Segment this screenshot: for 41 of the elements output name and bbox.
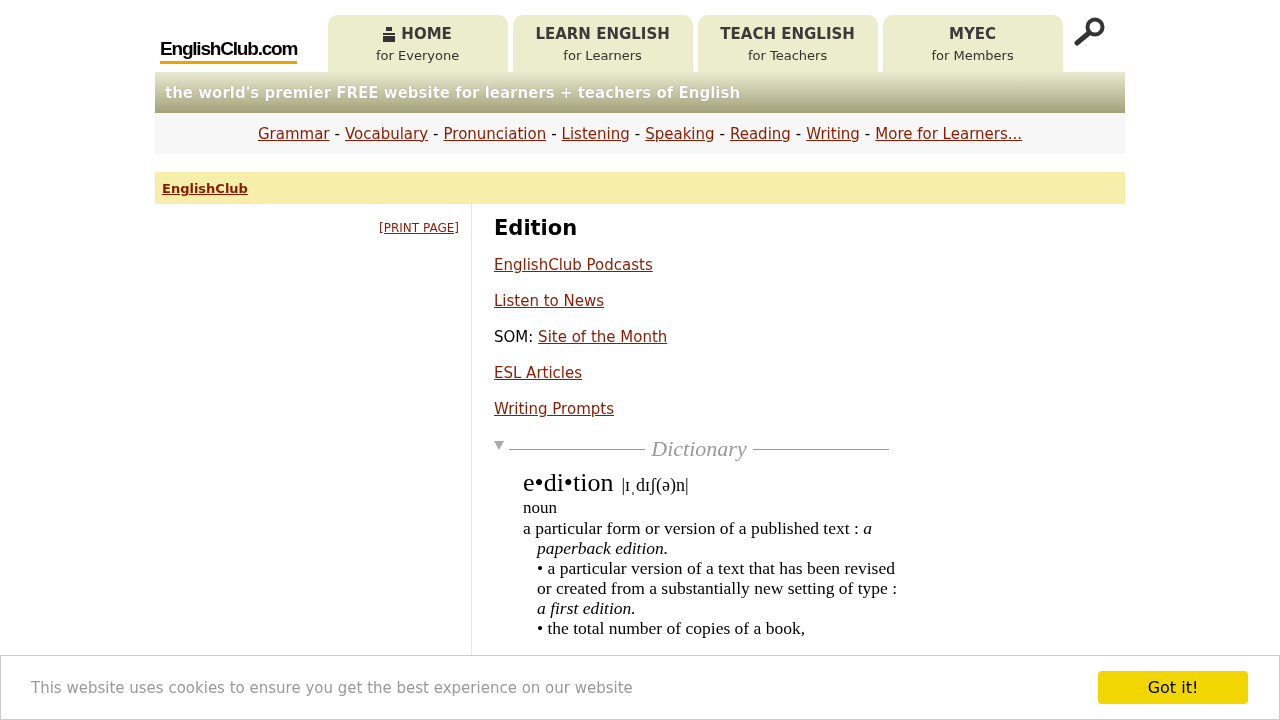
- separator: -: [334, 124, 340, 143]
- headword: e•di•tion: [523, 468, 614, 498]
- dictionary-title: Dictionary: [650, 436, 748, 462]
- cookie-message: This website uses cookies to ensure you get the best experience on our website: [31, 678, 633, 697]
- definition: • a particular version of a text that has been revised or created from a substantially new setting of type : a first edition.: [536, 558, 899, 618]
- nav-link[interactable]: Writing: [806, 124, 860, 143]
- accept-button[interactable]: Got it!: [1098, 671, 1248, 704]
- content-link[interactable]: Writing Prompts: [494, 400, 614, 418]
- nav-tab[interactable]: HOME for Everyone: [327, 15, 508, 72]
- part-of-speech: noun: [523, 498, 558, 518]
- separator: -: [864, 124, 871, 143]
- nav-link[interactable]: Speaking: [645, 124, 715, 143]
- separator: -: [634, 124, 641, 143]
- print-link[interactable]: [PRINT PAGE]: [379, 221, 459, 235]
- content-link[interactable]: EnglishClub Podcasts: [494, 256, 653, 274]
- pronunciation: |ɪˌdɪʃ(ə)n|: [621, 475, 689, 496]
- separator: -: [433, 124, 439, 143]
- definition: • the total number of copies of a book,: [536, 618, 807, 638]
- nav-tab[interactable]: MYEC for Members: [882, 15, 1063, 72]
- nav-link[interactable]: Listening: [561, 124, 630, 143]
- content-link[interactable]: Site of the Month: [538, 328, 668, 346]
- nav-link[interactable]: Grammar: [257, 124, 330, 143]
- nav-tab[interactable]: TEACH ENGLISH for Teachers: [697, 15, 878, 72]
- nav-link[interactable]: More for Learners...: [875, 124, 1023, 143]
- nav-link[interactable]: Reading: [729, 124, 791, 143]
- separator: -: [795, 124, 802, 143]
- nav-link[interactable]: Vocabulary: [344, 124, 429, 143]
- separator: -: [719, 124, 725, 143]
- tagline-bar: the world's premier FREE website for learners + teachers of English: [155, 72, 1125, 113]
- stack-icon: [383, 26, 396, 42]
- definition: a particular form or version of a published text : a paperback edition.: [523, 518, 873, 558]
- logo[interactable]: EnglishClub.com: [160, 37, 298, 64]
- link-prefix: SOM:: [494, 328, 534, 346]
- content-link[interactable]: Listen to News: [494, 292, 605, 310]
- page-heading: Edition: [494, 216, 579, 240]
- nav-tab[interactable]: LEARN ENGLISH for Learners: [512, 15, 693, 72]
- content-link[interactable]: ESL Articles: [494, 364, 583, 382]
- breadcrumb-link[interactable]: EnglishClub: [162, 180, 248, 196]
- separator: -: [551, 124, 557, 143]
- search-icon[interactable]: [1073, 16, 1107, 46]
- nav-link[interactable]: Pronunciation: [443, 124, 547, 143]
